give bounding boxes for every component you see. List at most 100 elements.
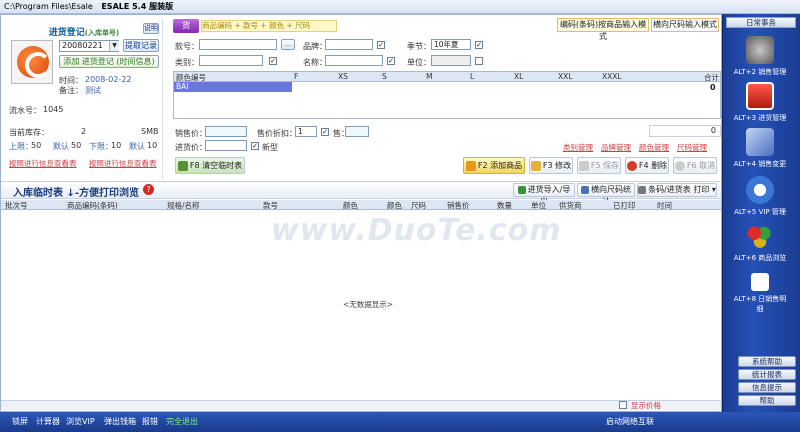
edit-button[interactable]: F3 修改 xyxy=(529,157,573,174)
manage-color-link[interactable]: 颜色管理 xyxy=(639,142,669,153)
delete-icon xyxy=(626,160,637,171)
serial-label: 流水号： xyxy=(9,106,41,115)
balls-icon xyxy=(746,222,774,250)
open-drawer-button[interactable]: 弹出钱箱 xyxy=(104,416,136,427)
remark-value: 测试 xyxy=(85,86,101,95)
upper-value: 50 xyxy=(31,141,42,150)
help-button[interactable]: 帮助 xyxy=(738,395,796,406)
sales-change-button[interactable]: ALT+4 销售变更 xyxy=(731,128,789,169)
add-goods-button[interactable]: F2 添加商品 xyxy=(463,157,525,174)
horizontal-scrollbar[interactable] xyxy=(1,400,721,410)
discount-input[interactable]: 1 xyxy=(295,126,317,137)
purchase-management-button[interactable]: ALT+3 进货管理 xyxy=(731,82,789,123)
import-icon xyxy=(517,185,526,194)
box-icon xyxy=(746,82,774,110)
edit-icon xyxy=(530,160,541,171)
col-size: 尺码 xyxy=(411,201,426,210)
price-total: 0 xyxy=(649,125,721,137)
code-input[interactable] xyxy=(199,39,277,50)
size-stats-button[interactable]: 横向尺码统计 xyxy=(577,183,635,206)
lower-value: 10 xyxy=(111,141,122,150)
lower-default: 默认 xyxy=(129,142,145,151)
col-supplier: 供货商 xyxy=(559,201,582,210)
lookup-icon[interactable]: … xyxy=(281,39,295,50)
discount-checkbox[interactable]: ✓ xyxy=(321,128,329,136)
app-logo xyxy=(11,40,53,84)
vip-management-button[interactable]: ALT+5 VIP 管理 xyxy=(731,176,789,217)
size-mode-tab[interactable]: 横向尺码输入模式 xyxy=(651,18,719,32)
report-error-button[interactable]: 报错 xyxy=(142,416,158,427)
clear-icon xyxy=(177,160,188,171)
report-button[interactable]: 统计报表 xyxy=(738,369,796,380)
transfer-icon xyxy=(746,128,774,156)
unit-price-input[interactable] xyxy=(205,126,247,137)
manage-brand-link[interactable]: 品牌管理 xyxy=(601,142,631,153)
print-button[interactable]: 条码/进货表 打印 ▾ xyxy=(637,183,717,197)
season-checkbox[interactable]: ✓ xyxy=(475,41,483,49)
printer-icon xyxy=(638,185,647,194)
season-label: 季节： xyxy=(407,42,431,51)
manage-category-link[interactable]: 类别管理 xyxy=(563,142,593,153)
model-label: 新型 xyxy=(262,143,278,152)
clear-temp-button[interactable]: F8 清空临时表 xyxy=(175,157,245,174)
upper-label: 上限： xyxy=(9,142,33,151)
col-spec: 规格/名称 xyxy=(167,201,200,210)
unit-select[interactable] xyxy=(431,55,471,66)
barcode-mode-tab[interactable]: 编码(条码)按商品输入模式 xyxy=(557,18,649,41)
lock-screen-button[interactable]: 锁屏 xyxy=(12,416,28,427)
save-icon xyxy=(578,160,589,171)
empty-text: <无数据显示> xyxy=(343,300,394,309)
table-header: 批次号 商品编码(条码) 规格/名称 款号 颜色 颜色 尺码 销售价 数量 单位… xyxy=(1,200,721,210)
fetch-record-button[interactable]: 提取记录 xyxy=(123,39,159,52)
system-help-button[interactable]: 系统帮助 xyxy=(738,356,796,367)
calculator-button[interactable]: 计算器 xyxy=(36,416,60,427)
show-price-label: 显示价格 xyxy=(631,401,661,410)
sales-management-button[interactable]: ALT+2 销售管理 xyxy=(731,36,789,77)
user-icon xyxy=(746,176,774,204)
save-button[interactable]: F5 保存 xyxy=(577,157,621,174)
watermark: www.DuoTe.com xyxy=(271,213,562,248)
network-status: 启动网络互联 xyxy=(606,417,654,426)
size-grid-row[interactable]: BAI xyxy=(174,82,292,92)
category-checkbox[interactable]: ✓ xyxy=(269,57,277,65)
browse-vip-button[interactable]: 浏览VIP xyxy=(66,416,95,427)
show-price-checkbox[interactable] xyxy=(619,401,627,409)
col-time: 时间 xyxy=(657,201,672,210)
season-select[interactable]: 10年夏 xyxy=(431,39,471,50)
brand-checkbox[interactable]: ✓ xyxy=(377,41,385,49)
help-icon[interactable]: ? xyxy=(143,184,154,195)
logo-icon xyxy=(17,46,51,78)
delete-button[interactable]: F4 删除 xyxy=(625,157,669,174)
name-input[interactable] xyxy=(325,55,383,66)
info-button[interactable]: 信息提示 xyxy=(738,382,796,393)
history-link-1[interactable]: 按照进行信息查看表 xyxy=(9,158,77,169)
col-printed: 已打印 xyxy=(613,201,636,210)
daily-tasks-header: 日常事务 xyxy=(726,17,796,28)
add-entry-button[interactable]: 添加 进货登记 (时间信息) xyxy=(59,55,159,68)
history-link-2[interactable]: 按照进行信息查看表 xyxy=(89,158,157,169)
cost-label: 进货价： xyxy=(175,143,207,152)
col-color2: 颜色 xyxy=(387,201,402,210)
cart-icon xyxy=(746,36,774,64)
category-label: 类别： xyxy=(175,58,199,67)
title-bar: C:\Program Files\Esale ESALE 5.4 服装版 xyxy=(0,0,800,14)
cancel-button[interactable]: F6 取消 xyxy=(673,157,717,174)
model-checkbox[interactable]: ✓ xyxy=(251,142,259,150)
name-checkbox[interactable]: ✓ xyxy=(387,57,395,65)
exit-button[interactable]: 完全退出 xyxy=(166,416,198,427)
sell-input[interactable] xyxy=(345,126,369,137)
goods-browse-button[interactable]: ALT+6 商品浏览 xyxy=(731,222,789,263)
category-select[interactable] xyxy=(199,55,263,66)
window-path: C:\Program Files\Esale xyxy=(4,2,93,11)
chevron-down-icon[interactable]: ▼ xyxy=(109,41,119,51)
add-icon xyxy=(465,160,476,171)
brand-select[interactable] xyxy=(325,39,373,50)
cost-input[interactable] xyxy=(205,140,247,151)
code-label: 款号： xyxy=(175,42,199,51)
stock-value: 2 xyxy=(81,127,87,136)
import-export-button[interactable]: 进货导入/导出 xyxy=(513,183,575,206)
daily-sales-detail-button[interactable]: ALT+8 日销售明细 xyxy=(731,268,789,314)
info-tag[interactable]: 说明 xyxy=(143,23,159,34)
manage-size-link[interactable]: 尺码管理 xyxy=(677,142,707,153)
unit-checkbox[interactable] xyxy=(475,57,483,65)
